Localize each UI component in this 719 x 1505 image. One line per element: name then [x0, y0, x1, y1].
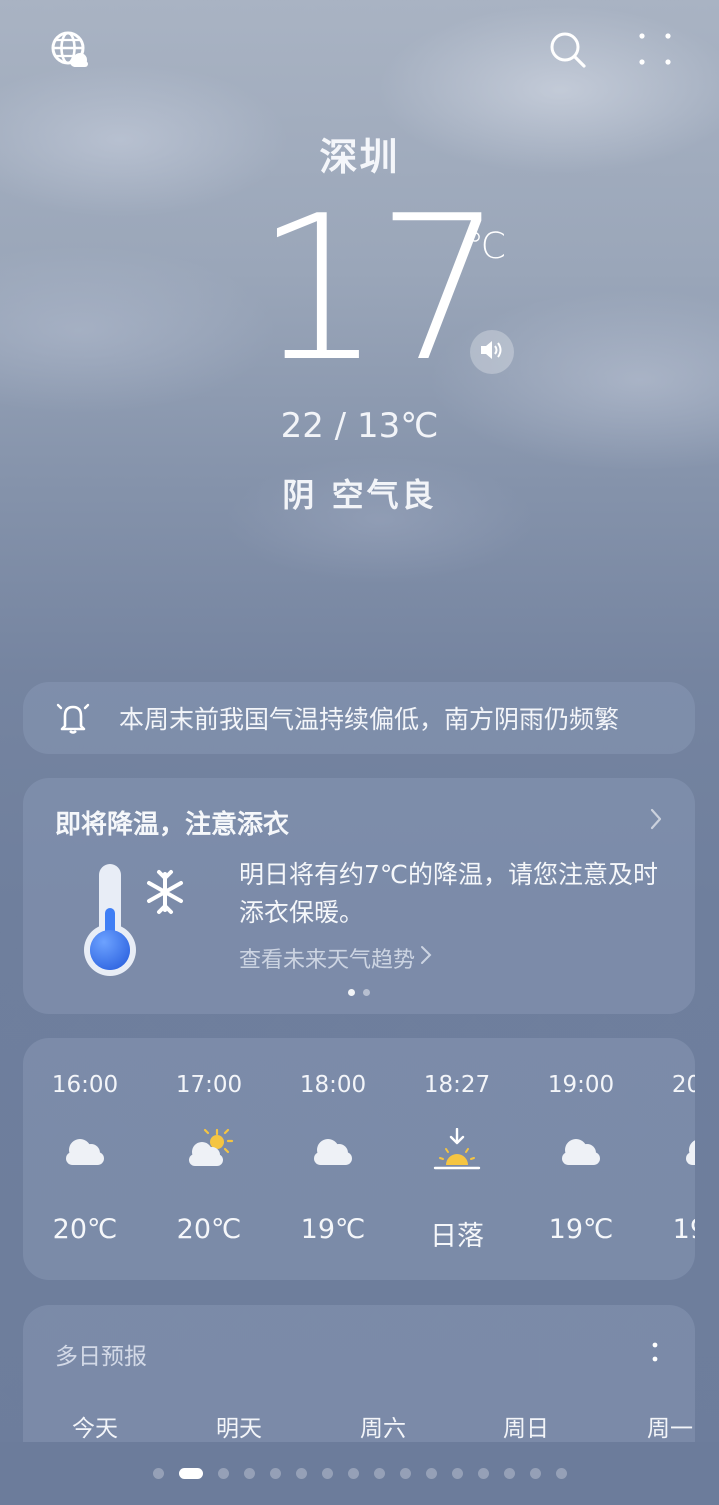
hourly-forecast[interactable]: 16:00 20℃ 17:00 20℃ 18:00 19℃ 18:27 日落 1… [23, 1038, 695, 1280]
temperature-drop-card[interactable]: 即将降温，注意添衣 明日将有约7℃的降温，请您注意及时添衣保暖。 查看未来天气趋… [23, 778, 695, 1014]
chevron-right-icon[interactable] [641, 804, 671, 834]
hour-item: 20:00 19℃ [643, 1038, 695, 1280]
sunset-icon [432, 1127, 482, 1172]
search-icon[interactable] [548, 30, 588, 70]
page-dot[interactable] [399, 1468, 411, 1479]
page-dot[interactable] [347, 1468, 359, 1479]
temperature-unit: ℃ [466, 226, 507, 267]
day-label[interactable]: 周六 [311, 1409, 455, 1443]
weather-notice-banner[interactable]: 本周末前我国气温持续偏低，南方阴雨仍频繁 [23, 682, 695, 754]
day-label[interactable]: 今天 [23, 1409, 167, 1443]
hour-temp: 20℃ [176, 1214, 242, 1245]
page-dot[interactable] [555, 1468, 567, 1479]
alarm-bell-icon [55, 700, 91, 736]
alert-description: 明日将有约7℃的降温，请您注意及时添衣保暖。 [239, 860, 658, 927]
day-label[interactable]: 周一 [598, 1409, 719, 1443]
day-label[interactable]: 明天 [167, 1409, 311, 1443]
cloudy-icon [60, 1128, 110, 1172]
hour-item: 17:00 20℃ [147, 1038, 271, 1280]
page-dot[interactable] [243, 1468, 255, 1479]
hour-time: 18:27 [423, 1072, 491, 1098]
future-trend-link[interactable]: 查看未来天气趋势 [239, 942, 433, 974]
page-dot[interactable] [477, 1468, 489, 1479]
page-dot[interactable] [373, 1468, 385, 1479]
page-dot[interactable] [451, 1468, 463, 1479]
page-dot-active[interactable] [178, 1468, 203, 1479]
hour-temp: 20℃ [52, 1214, 118, 1245]
hour-temp: 19℃ [672, 1214, 695, 1245]
chevron-right-icon [419, 944, 433, 972]
alert-title: 即将降温，注意添衣 [55, 810, 290, 840]
thermometer-snowflake-icon [77, 858, 227, 978]
page-dot[interactable] [529, 1468, 541, 1479]
future-trend-label: 查看未来天气趋势 [239, 948, 416, 973]
partly-sunny-icon [184, 1128, 234, 1172]
hour-time: 20:00 [671, 1072, 695, 1098]
cloudy-icon [556, 1128, 606, 1172]
cloudy-icon [680, 1128, 695, 1172]
alert-page-indicator [23, 989, 695, 996]
day-label[interactable]: 周日 [454, 1409, 598, 1443]
cloudy-icon [308, 1128, 358, 1172]
hour-item: 16:00 20℃ [23, 1038, 147, 1280]
page-dot [363, 989, 370, 996]
current-temperature: 17 [255, 173, 504, 406]
notice-text: 本周末前我国气温持续偏低，南方阴雨仍频繁 [119, 705, 620, 734]
hour-item: 18:27 日落 [395, 1038, 519, 1280]
weather-condition: 阴 空气良 [282, 476, 437, 514]
page-dot[interactable] [295, 1468, 307, 1479]
page-dot[interactable] [425, 1468, 437, 1479]
hour-item: 18:00 19℃ [271, 1038, 395, 1280]
hour-temp: 19℃ [300, 1214, 366, 1245]
vertical-dots-icon[interactable] [637, 1335, 673, 1371]
page-dot[interactable] [217, 1468, 229, 1479]
hour-temp: 19℃ [548, 1214, 614, 1245]
temperature-range: 22 / 13℃ [280, 406, 439, 446]
page-dot[interactable] [269, 1468, 281, 1479]
hour-time: 16:00 [51, 1072, 119, 1098]
speaker-icon [479, 339, 505, 365]
city-page-indicator[interactable] [0, 1468, 719, 1479]
page-dot[interactable] [321, 1468, 333, 1479]
daily-forecast-title: 多日预报 [55, 1344, 147, 1370]
hour-item: 19:00 19℃ [519, 1038, 643, 1280]
menu-dots-icon[interactable] [636, 30, 676, 70]
speaker-button[interactable] [470, 330, 514, 374]
hour-time: 17:00 [175, 1072, 243, 1098]
hour-temp: 日落 [430, 1221, 484, 1252]
hour-time: 19:00 [547, 1072, 615, 1098]
globe-weather-icon[interactable] [50, 30, 90, 70]
hour-time: 18:00 [299, 1072, 367, 1098]
page-dot[interactable] [503, 1468, 515, 1479]
page-dot[interactable] [152, 1468, 164, 1479]
page-dot [348, 989, 355, 996]
